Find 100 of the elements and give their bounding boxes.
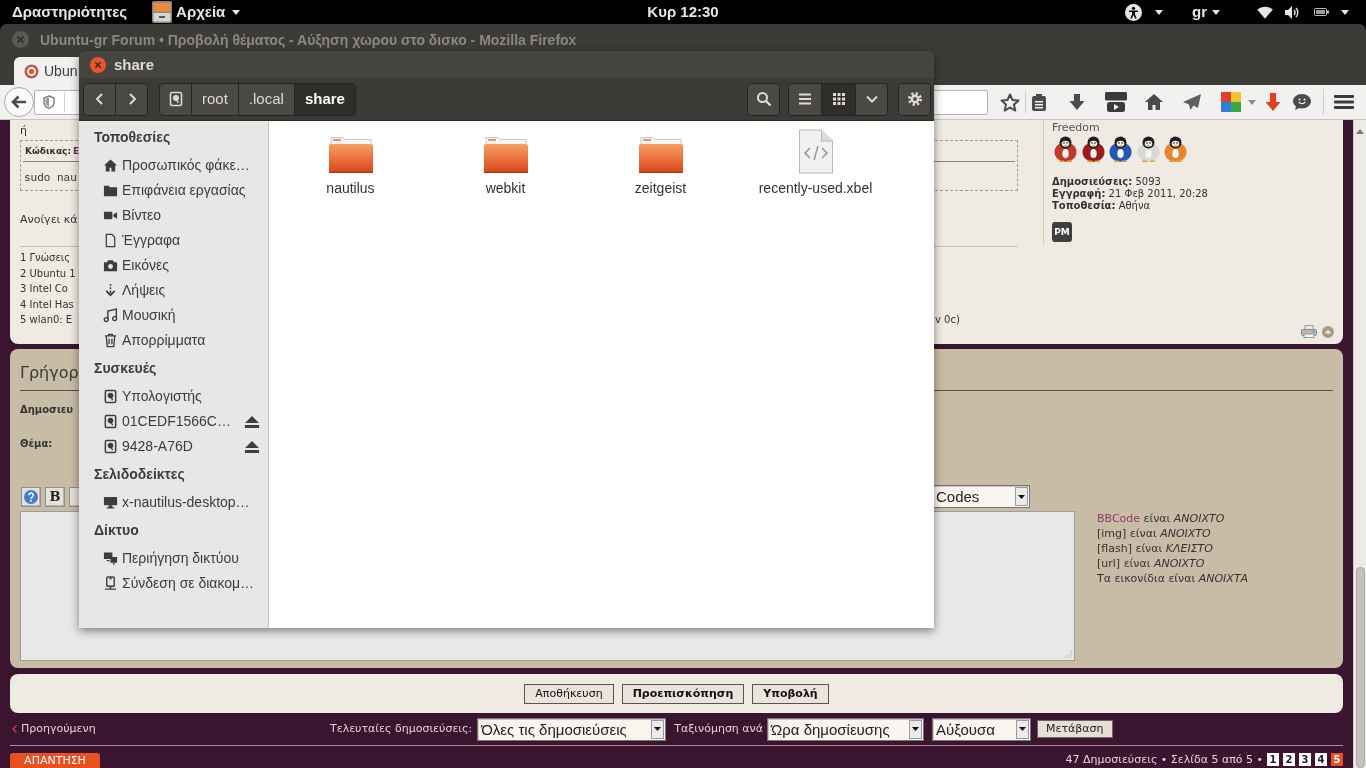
filter-select[interactable]: Όλες τις δημοσιεύσεις xyxy=(477,717,667,741)
sidebar-item[interactable]: 9428-A76D xyxy=(103,438,193,455)
star-icon[interactable] xyxy=(1000,92,1020,112)
form-button[interactable]: Προεπισκόπηση xyxy=(621,683,745,704)
sidebar-item[interactable]: 01CEDF1566C… xyxy=(103,413,231,430)
order-select[interactable]: Αύξουσα xyxy=(932,717,1031,741)
sidebar-item[interactable]: Προσωπικός φάκε… xyxy=(103,157,250,174)
battery-icon[interactable] xyxy=(1314,8,1329,16)
page-button[interactable]: 2 xyxy=(1283,753,1295,766)
profile-text: Εγγραφή: 21 Φεβ 2011, 20:28 xyxy=(1052,188,1208,200)
app-menu[interactable]: Αρχεία xyxy=(150,0,241,24)
rank-text: Freedom xyxy=(1052,121,1100,135)
activities-button[interactable]: Δραστηριότητες xyxy=(12,3,128,21)
status-text: [url] είναι ΑΝΟΙΧΤΟ xyxy=(1097,556,1205,571)
volume-icon[interactable] xyxy=(1285,5,1300,19)
path-button[interactable]: .local xyxy=(237,82,295,116)
resize-grip-icon[interactable] xyxy=(1064,650,1073,659)
pm-button[interactable]: PM xyxy=(1052,222,1072,242)
sidebar-item[interactable]: Εικόνες xyxy=(103,257,170,274)
form-button[interactable]: Υποβολή xyxy=(752,683,829,704)
tile-logo-icon[interactable] xyxy=(1220,91,1242,113)
folder-icon[interactable] xyxy=(637,136,684,174)
sidebar-item[interactable]: Έγγραφα xyxy=(103,232,181,249)
list-view-button[interactable] xyxy=(788,82,822,116)
sidebar-item[interactable]: Μουσική xyxy=(103,307,176,324)
font-select[interactable]: Codes xyxy=(932,485,1030,508)
wifi-icon[interactable] xyxy=(1257,5,1273,19)
folder-icon[interactable] xyxy=(482,136,529,174)
sidebar-item[interactable]: Περιήγηση δικτύου xyxy=(103,550,239,567)
back-button[interactable] xyxy=(83,82,116,116)
bbcode-link[interactable]: BBCode xyxy=(1097,512,1141,525)
sidebar-item[interactable]: Υπολογιστής xyxy=(103,388,202,405)
drive-icon xyxy=(103,414,118,429)
grid-view-button[interactable] xyxy=(821,82,856,116)
settings-button[interactable] xyxy=(898,82,931,116)
menu-icon[interactable] xyxy=(1334,94,1354,110)
eject-icon[interactable] xyxy=(245,440,259,453)
signature-text: v 0c) xyxy=(935,313,960,327)
paper-plane-icon[interactable] xyxy=(1182,93,1202,111)
path-button[interactable] xyxy=(159,82,192,116)
reply-button[interactable]: ΑΠΑΝΤΗΣΗ xyxy=(10,753,100,768)
page-button[interactable]: 5 xyxy=(1331,753,1343,766)
printer-icon[interactable] xyxy=(1301,325,1317,338)
arrow-left-icon xyxy=(11,95,27,109)
home-icon[interactable] xyxy=(1144,93,1164,111)
keyboard-layout-menu[interactable]: gr xyxy=(1192,3,1220,21)
profile-text: Τοποθεσία: Αθήνα xyxy=(1052,200,1151,212)
clock-text[interactable]: Κυρ 12:30 xyxy=(647,3,719,21)
view-options-button[interactable] xyxy=(855,82,888,116)
scrollbar[interactable] xyxy=(1353,120,1366,768)
window-title: Ubuntu-gr Forum • Προβολή θέματος - Αύξηση χωρου στο δισκο - Mozilla Firefox xyxy=(40,30,577,49)
path-button[interactable]: root xyxy=(191,82,239,116)
sidebar-item[interactable]: Λήψεις xyxy=(103,282,166,299)
forward-button[interactable] xyxy=(115,82,148,116)
scroll-up-arrow-icon[interactable] xyxy=(1356,129,1364,134)
scrollbar-thumb[interactable] xyxy=(1355,567,1365,768)
caret-icon xyxy=(1018,494,1025,499)
bold-button[interactable]: B xyxy=(45,486,65,507)
page-button[interactable]: 4 xyxy=(1315,753,1327,766)
settings-icon xyxy=(906,91,923,107)
folder-icon[interactable] xyxy=(327,136,374,174)
status-text: [img] είναι ΑΝΟΙΧΤΟ xyxy=(1097,526,1211,541)
arrow-down-icon[interactable] xyxy=(1265,92,1281,112)
search-icon xyxy=(755,91,772,107)
sidebar-item[interactable]: Βίντεο xyxy=(103,207,161,224)
sidebar-item[interactable]: Σύνδεση σε διακομ… xyxy=(103,575,255,592)
download-icon xyxy=(103,283,118,298)
trash-icon xyxy=(103,333,118,348)
clipboard-icon[interactable] xyxy=(1030,93,1048,111)
chat-icon[interactable] xyxy=(1292,93,1312,111)
code-link[interactable]: Ε xyxy=(73,145,80,157)
caret-icon xyxy=(1341,9,1349,15)
folder-icon xyxy=(103,183,118,198)
sidebar-heading: Σελιδοδείκτες xyxy=(94,466,185,483)
music-note-icon xyxy=(103,308,118,323)
go-button[interactable]: Μετάβαση xyxy=(1037,720,1113,738)
help-button[interactable] xyxy=(21,486,41,507)
form-button[interactable]: Αποθήκευση xyxy=(524,683,614,704)
post-text: Ανοίγει κά xyxy=(20,213,78,227)
video-logo-icon[interactable] xyxy=(1104,91,1128,113)
sidebar-item[interactable]: x-nautilus-desktop… xyxy=(103,494,250,511)
sort-select[interactable]: Ώρα δημοσίευσης xyxy=(767,717,924,741)
close-icon[interactable] xyxy=(90,56,106,73)
back-button[interactable] xyxy=(4,87,34,117)
caret-icon xyxy=(232,9,241,15)
file-name[interactable]: webkit xyxy=(485,179,526,197)
path-button[interactable]: share xyxy=(293,82,356,116)
search-button[interactable] xyxy=(747,82,780,116)
accessibility-menu[interactable] xyxy=(1125,3,1163,21)
chevron-left-icon xyxy=(12,725,17,733)
download-icon[interactable] xyxy=(1068,93,1086,111)
page-button[interactable]: 3 xyxy=(1299,753,1311,766)
file-name[interactable]: zeitgeist xyxy=(634,179,687,197)
file-name[interactable]: nautilus xyxy=(326,179,375,197)
sidebar-item[interactable]: Απορρίμματα xyxy=(103,332,206,349)
previous-link[interactable]: Προηγούμενη xyxy=(12,722,96,736)
sidebar-item[interactable]: Επιφάνεια εργασίας xyxy=(103,182,246,199)
eject-icon[interactable] xyxy=(245,415,259,428)
page-button[interactable]: 1 xyxy=(1267,753,1279,766)
file-name[interactable]: recently-used.xbel xyxy=(758,179,873,197)
